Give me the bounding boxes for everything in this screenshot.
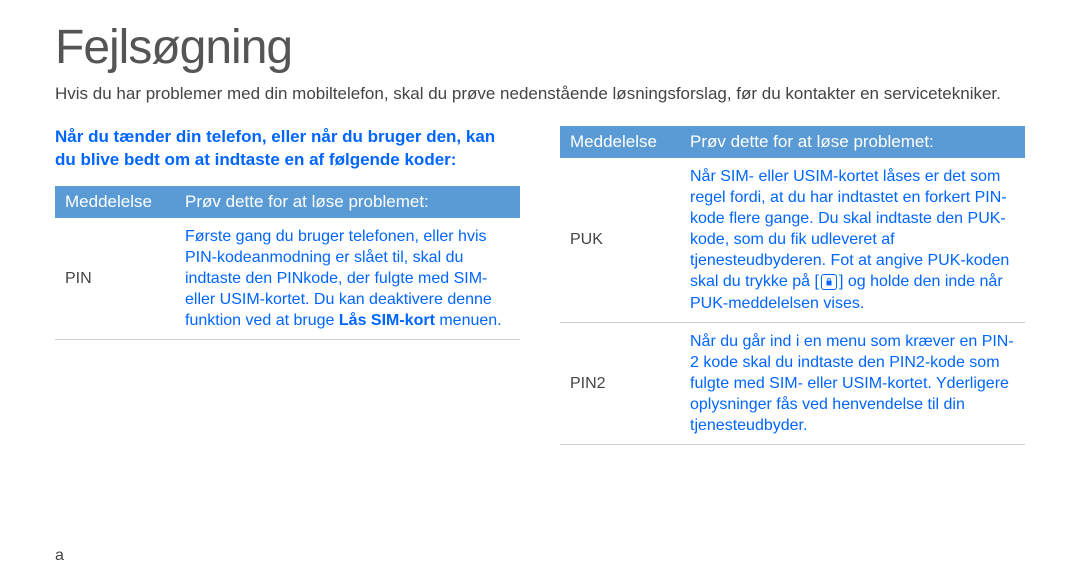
row-text-puk: Når SIM- eller USIM-kortet låses er det … xyxy=(680,158,1025,322)
left-section-heading: Når du tænder din telefon, eller når du … xyxy=(55,126,520,172)
row-label-puk: PUK xyxy=(560,158,680,322)
pin-text-post: menuen. xyxy=(435,312,502,329)
row-text-pin: Første gang du bruger telefonen, eller h… xyxy=(175,218,520,340)
right-table: Meddelelse Prøv dette for at løse proble… xyxy=(560,126,1025,445)
table-row: PIN Første gang du bruger telefonen, ell… xyxy=(55,218,520,340)
table-row: PUK Når SIM- eller USIM-kortet låses er … xyxy=(560,158,1025,322)
row-text-pin2: Når du går ind i en menu som kræver en P… xyxy=(680,322,1025,445)
page-title: Fejlsøgning xyxy=(55,20,1025,75)
table-row: PIN2 Når du går ind i en menu som kræver… xyxy=(560,322,1025,445)
left-header-col1: Meddelelse xyxy=(55,186,175,218)
right-column: Meddelelse Prøv dette for at løse proble… xyxy=(560,126,1025,445)
right-header-col2: Prøv dette for at løse problemet: xyxy=(680,126,1025,158)
content-columns: Når du tænder din telefon, eller når du … xyxy=(55,126,1025,445)
lock-icon xyxy=(821,274,837,290)
row-label-pin2: PIN2 xyxy=(560,322,680,445)
right-header-col1: Meddelelse xyxy=(560,126,680,158)
left-table: Meddelelse Prøv dette for at løse proble… xyxy=(55,186,520,341)
page-marker: a xyxy=(55,547,64,565)
pin-bold: Lås SIM-kort xyxy=(339,312,435,329)
left-column: Når du tænder din telefon, eller når du … xyxy=(55,126,520,445)
row-label-pin: PIN xyxy=(55,218,175,340)
left-header-col2: Prøv dette for at løse problemet: xyxy=(175,186,520,218)
intro-text: Hvis du har problemer med din mobiltelef… xyxy=(55,83,1025,106)
